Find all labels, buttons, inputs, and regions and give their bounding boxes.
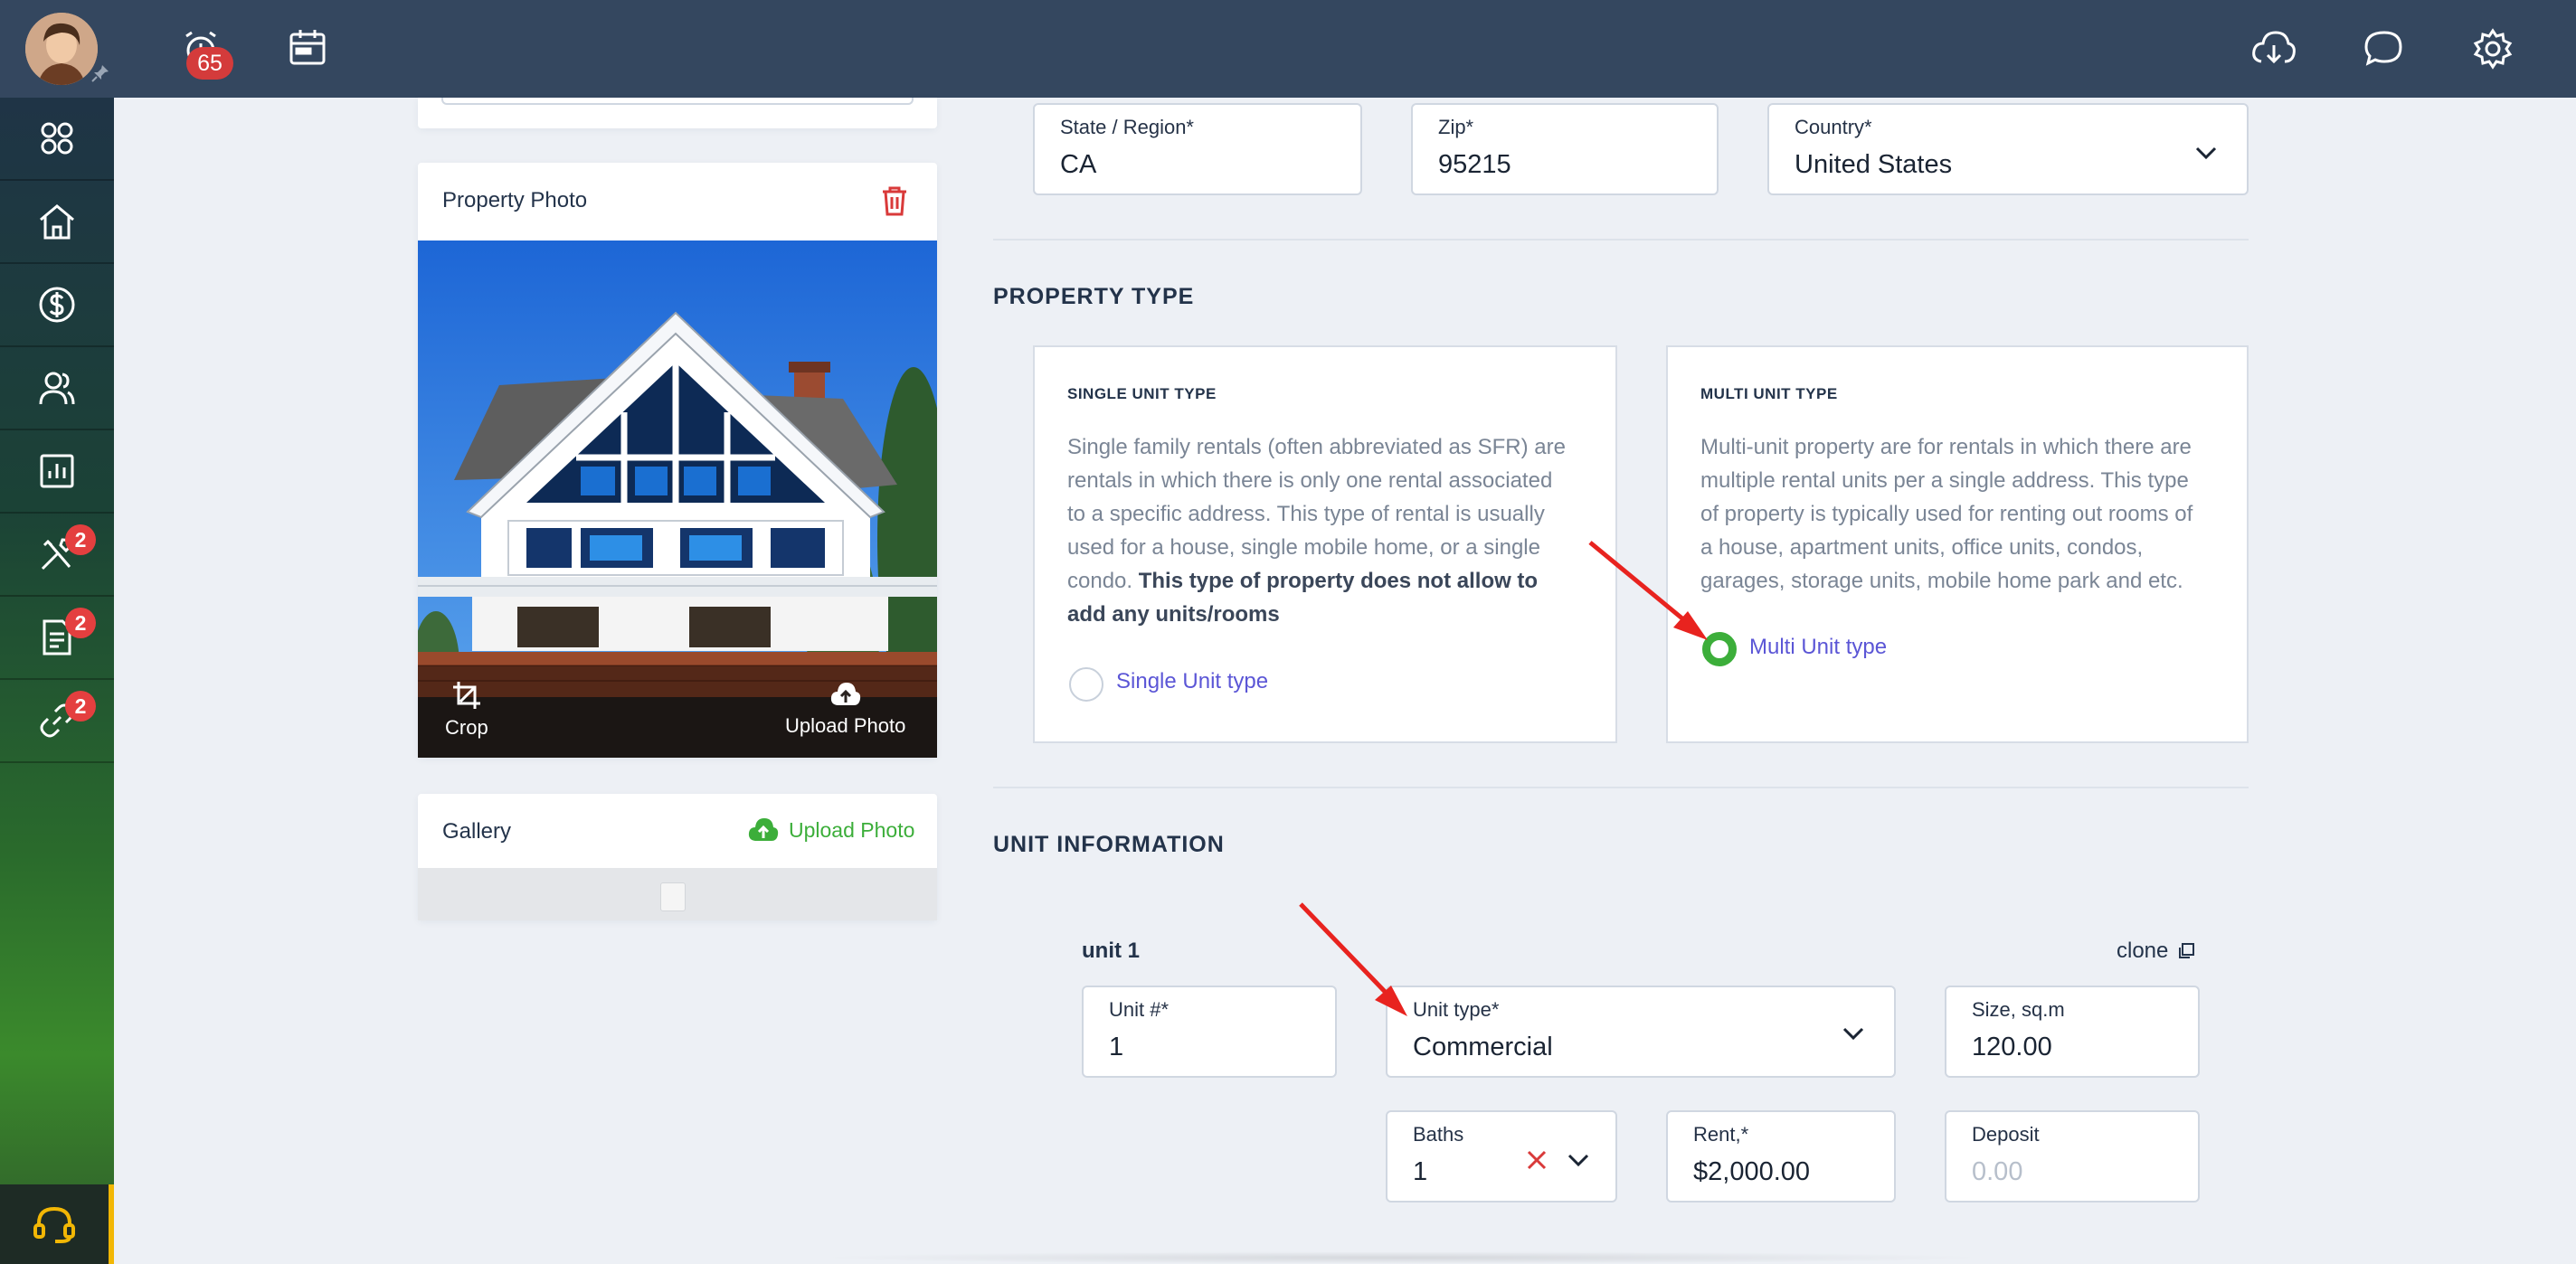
rent-value: $2,000.00: [1693, 1157, 1811, 1186]
single-unit-radio-label[interactable]: Single Unit type: [1116, 669, 1268, 694]
upload-photo-button[interactable]: Upload Photo: [785, 680, 905, 738]
size-field[interactable]: Size, sq.m 120.00: [1945, 986, 2200, 1078]
single-unit-radio[interactable]: [1069, 667, 1103, 702]
nav-documents[interactable]: 2: [0, 597, 114, 680]
nav-maintenance[interactable]: 2: [0, 514, 114, 597]
zip-label: Zip*: [1438, 116, 1474, 138]
rent-field[interactable]: Rent,* $2,000.00: [1666, 1110, 1896, 1203]
unit-number-field[interactable]: Unit #* 1: [1082, 986, 1337, 1078]
size-label: Size, sq.m: [1972, 998, 2065, 1021]
crop-label: Crop: [445, 716, 488, 739]
unit-name: unit 1: [1082, 939, 1140, 963]
nav-home[interactable]: [0, 181, 114, 264]
country-label: Country*: [1795, 116, 1872, 138]
copy-icon: [2179, 943, 2195, 958]
clone-button[interactable]: clone: [2117, 939, 2195, 964]
trash-icon[interactable]: [879, 184, 910, 217]
chevron-down-icon[interactable]: [1565, 1146, 1592, 1174]
clear-icon[interactable]: [1525, 1148, 1548, 1172]
people-icon: [39, 372, 75, 405]
gallery-title: Gallery: [442, 819, 512, 844]
deposit-placeholder: 0.00: [1972, 1157, 2023, 1186]
notification-badge: 65: [186, 47, 233, 80]
gear-icon[interactable]: [2466, 22, 2520, 76]
nav-finance[interactable]: [0, 264, 114, 347]
zip-field[interactable]: Zip* 95215: [1411, 103, 1719, 195]
upload-photo-label: Upload Photo: [785, 714, 906, 737]
bottom-shadow: [814, 1251, 1990, 1264]
previous-card-field: [441, 98, 914, 105]
nav-badge: 2: [65, 691, 96, 722]
unit-number-label: Unit #*: [1109, 998, 1170, 1021]
gallery-upload-label: Upload Photo: [789, 817, 915, 842]
baths-value: 1: [1413, 1157, 1428, 1186]
property-type-title: PROPERTY TYPE: [993, 284, 1195, 309]
single-unit-heading: SINGLE UNIT TYPE: [1067, 385, 1217, 402]
unit-type-label: Unit type*: [1413, 998, 1500, 1021]
multi-unit-description: Multi-unit property are for rentals in w…: [1700, 435, 2193, 593]
gallery-strip: [418, 868, 937, 920]
nav-people[interactable]: [0, 347, 114, 430]
baths-label: Baths: [1413, 1123, 1464, 1146]
state-field[interactable]: State / Region* CA: [1033, 103, 1362, 195]
multi-unit-card[interactable]: MULTI UNIT TYPE Multi-unit property are …: [1666, 345, 2249, 743]
gallery-upload-button[interactable]: Upload Photo: [747, 814, 914, 846]
unit-information-title: UNIT INFORMATION: [993, 832, 1225, 857]
zip-value: 95215: [1438, 150, 1511, 179]
divider: [993, 787, 2249, 788]
sidebar: 2 2 2: [0, 98, 114, 1264]
single-unit-description: Single family rentals (often abbreviated…: [1067, 430, 1574, 631]
crop-icon: [452, 682, 480, 709]
chevron-down-icon: [1842, 1027, 1864, 1041]
multi-unit-radio[interactable]: [1702, 632, 1737, 666]
multi-unit-radio-label[interactable]: Multi Unit type: [1749, 635, 1887, 660]
dollar-icon: [39, 287, 75, 323]
user-avatar[interactable]: [25, 13, 98, 85]
baths-select[interactable]: Baths 1: [1386, 1110, 1617, 1203]
nav-badge: 2: [65, 524, 96, 555]
previous-card: [418, 98, 937, 128]
unit-type-value: Commercial: [1413, 1033, 1553, 1061]
deposit-label: Deposit: [1972, 1123, 2040, 1146]
cloud-download-icon[interactable]: [2247, 22, 2301, 76]
unit-number-value: 1: [1109, 1033, 1124, 1061]
pin-icon: [91, 65, 109, 82]
state-label: State / Region*: [1060, 116, 1194, 138]
cloud-upload-icon: [748, 818, 779, 841]
chat-icon[interactable]: [2357, 22, 2411, 76]
cloud-upload-icon: [830, 683, 860, 705]
rent-label: Rent,*: [1693, 1123, 1749, 1146]
deposit-field[interactable]: Deposit 0.00: [1945, 1110, 2200, 1203]
multi-unit-heading: MULTI UNIT TYPE: [1700, 385, 1838, 402]
calendar-icon[interactable]: [280, 22, 335, 76]
gallery-thumbnail[interactable]: [660, 882, 686, 911]
top-bar: 65: [0, 0, 2576, 98]
nav-reports[interactable]: [0, 430, 114, 514]
nav-badge: 2: [65, 608, 96, 638]
chevron-down-icon: [2195, 146, 2217, 160]
nav-links[interactable]: 2: [0, 680, 114, 763]
headset-icon: [33, 1206, 75, 1243]
country-value: United States: [1795, 150, 1953, 179]
divider: [993, 239, 2249, 241]
size-value: 120.00: [1972, 1033, 2052, 1061]
single-unit-description-bold: This type of property does not allow to …: [1067, 569, 1539, 627]
bar-chart-icon: [40, 454, 74, 488]
home-icon: [40, 204, 74, 240]
unit-type-select[interactable]: Unit type* Commercial: [1386, 986, 1896, 1078]
country-select[interactable]: Country* United States: [1767, 103, 2249, 195]
support-button[interactable]: [0, 1184, 114, 1264]
apps-grid-icon: [41, 122, 73, 155]
crop-button[interactable]: Crop: [445, 680, 488, 740]
property-photo-title: Property Photo: [442, 188, 588, 212]
nav-apps[interactable]: [0, 98, 114, 181]
state-value: CA: [1060, 150, 1097, 179]
clone-label: clone: [2117, 939, 2169, 963]
